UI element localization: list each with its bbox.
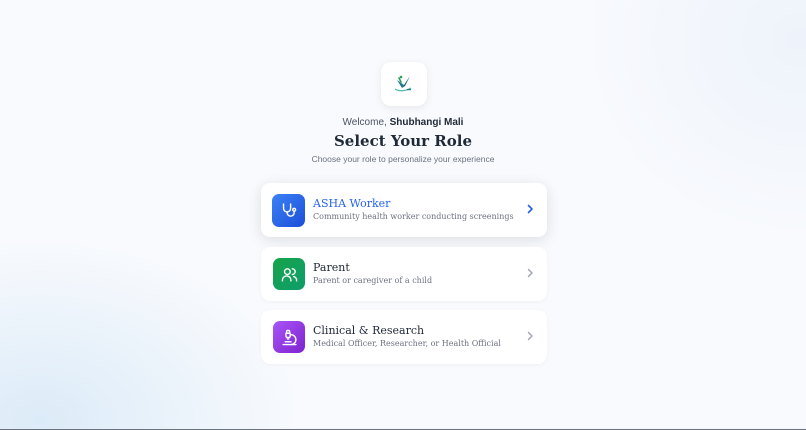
chevron-right-icon xyxy=(527,331,533,341)
role-icon-box xyxy=(273,258,305,290)
stethoscope-icon xyxy=(282,203,297,217)
app-logo xyxy=(381,62,427,106)
chevron-right-icon xyxy=(527,268,533,278)
user-name: Shubhangi Mali xyxy=(389,117,464,128)
users-icon xyxy=(281,267,297,282)
role-description: Medical Officer, Researcher, or Health O… xyxy=(313,339,501,348)
welcome-prefix: Welcome, xyxy=(342,117,390,128)
role-title: Clinical & Research xyxy=(313,324,425,337)
role-title: ASHA Worker xyxy=(313,197,391,210)
welcome-text: Welcome, Shubhangi Mali xyxy=(0,117,806,128)
chevron-right-icon xyxy=(527,204,533,214)
page-title: Select Your Role xyxy=(333,132,473,150)
logo-icon xyxy=(394,75,412,92)
role-description: Parent or caregiver of a child xyxy=(313,276,433,285)
role-card-parent[interactable]: Parent Parent or caregiver of a child xyxy=(261,247,547,301)
page-subtitle: Choose your role to personalize your exp… xyxy=(311,154,495,164)
role-title: Parent xyxy=(313,261,350,274)
role-icon-box xyxy=(272,194,305,227)
role-card-asha-worker[interactable]: ASHA Worker Community health worker cond… xyxy=(261,183,547,237)
microscope-icon xyxy=(281,329,297,345)
role-card-clinical-research[interactable]: Clinical & Research Medical Officer, Res… xyxy=(261,310,547,364)
role-icon-box xyxy=(273,321,305,353)
role-description: Community health worker conducting scree… xyxy=(313,212,514,221)
